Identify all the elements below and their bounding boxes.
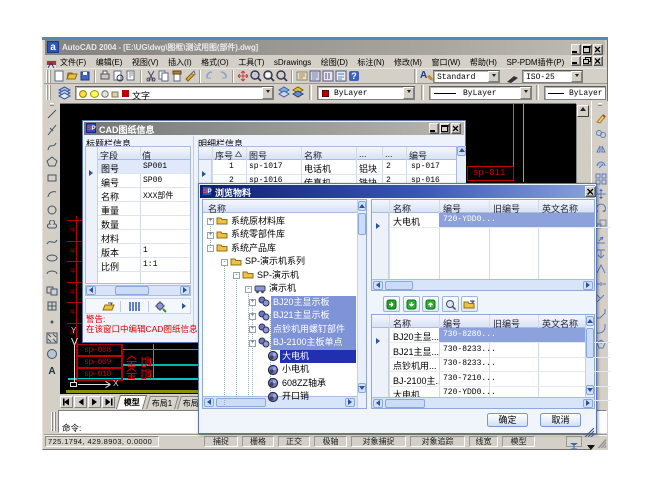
svg-text:?: ? [351, 71, 357, 81]
svg-text:A: A [48, 366, 55, 376]
